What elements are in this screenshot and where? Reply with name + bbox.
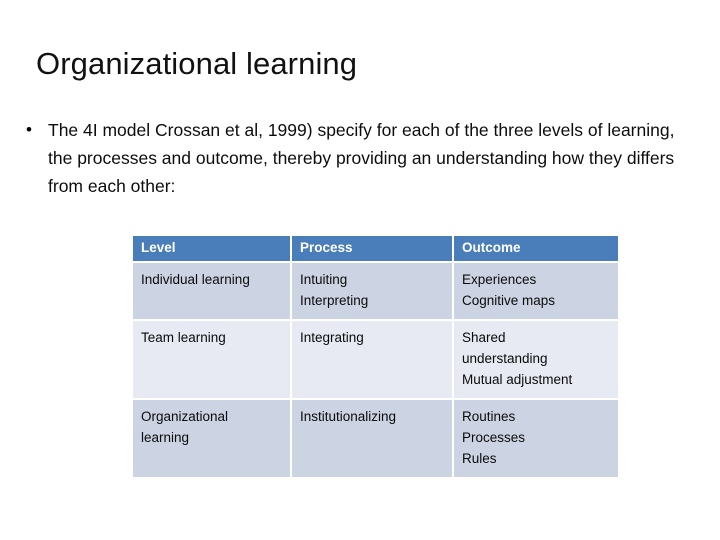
table-row: Individual learning Intuiting Interpreti… [133,263,618,319]
cell-text: Institutionalizing [300,409,397,424]
cell-text: Rules [462,451,497,466]
column-header-process: Process [292,236,452,261]
column-header-outcome: Outcome [454,236,618,261]
bullet-list: • The 4I model Crossan et al, 1999) spec… [22,116,698,200]
cell-text: Intuiting [300,272,348,287]
column-header-level: Level [133,236,290,261]
list-item: • The 4I model Crossan et al, 1999) spec… [22,116,698,200]
cell-process: Integrating [292,321,452,398]
cell-level: Team learning [133,321,290,398]
cell-text: Shared [462,330,506,345]
cell-text: Processes [462,430,526,445]
cell-text: Individual learning [141,272,250,287]
cell-level: Individual learning [133,263,290,319]
table-header-row: Level Process Outcome [133,236,618,261]
cell-outcome: Experiences Cognitive maps [454,263,618,319]
cell-text: Experiences [462,272,537,287]
cell-text: Mutual adjustment [462,372,573,387]
table-row: Organizational learning Institutionalizi… [133,400,618,477]
cell-text: Integrating [300,330,364,345]
cell-text: understanding [462,351,548,366]
cell-text: Interpreting [300,293,369,308]
cell-text: Team learning [141,330,226,345]
page-title: Organizational learning [36,46,358,81]
slide-canvas: Organizational learning • The 4I model C… [0,0,720,540]
table-row: Team learning Integrating Shared underst… [133,321,618,398]
cell-text: Cognitive maps [462,293,556,308]
cell-process: Institutionalizing [292,400,452,477]
bullet-item-text: The 4I model Crossan et al, 1999) specif… [48,120,675,196]
cell-level: Organizational learning [133,400,290,477]
cell-process: Intuiting Interpreting [292,263,452,319]
cell-text: Routines [462,409,516,424]
table: Level Process Outcome Individual learnin… [131,234,620,479]
cell-outcome: Routines Processes Rules [454,400,618,477]
cell-text: learning [141,430,190,445]
bullet-point-icon: • [26,120,32,139]
learning-levels-table: Level Process Outcome Individual learnin… [133,236,618,477]
cell-outcome: Shared understanding Mutual adjustment [454,321,618,398]
cell-text: Organizational [141,409,229,424]
